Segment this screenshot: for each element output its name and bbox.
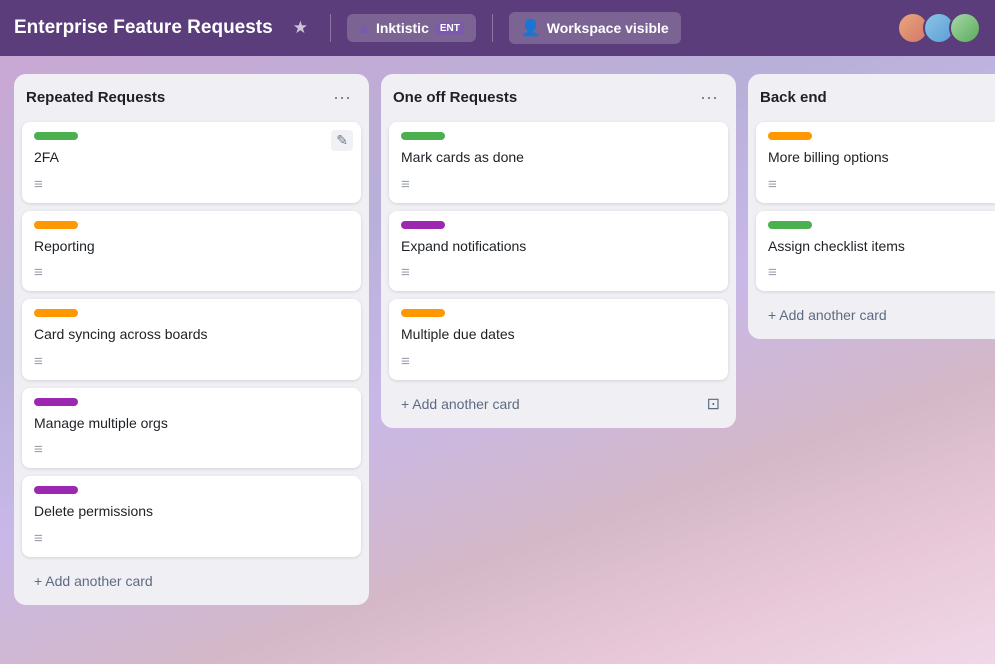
card-title-c1: 2FA — [34, 148, 349, 168]
card-label-c6 — [401, 132, 445, 140]
app-header: Enterprise Feature Requests ★ Inktistic … — [0, 0, 995, 56]
column-oneoff: One off Requests···Mark cards as done≡Ex… — [381, 74, 736, 428]
card-label-c1 — [34, 132, 78, 140]
avatar[interactable] — [949, 12, 981, 44]
card-title-c2: Reporting — [34, 237, 349, 257]
header-divider-2 — [492, 14, 493, 42]
workspace-visibility-button[interactable]: 👤 Workspace visible — [509, 12, 681, 44]
card-desc-icon-c4: ≡ — [34, 441, 349, 458]
card-c8[interactable]: Multiple due dates ≡ — [389, 299, 728, 380]
board-area: Repeated Requests···✎2FA≡Reporting≡Card … — [0, 56, 995, 664]
add-card-button-backend[interactable]: + Add another card — [758, 299, 995, 331]
visibility-label: Workspace visible — [547, 20, 669, 36]
visibility-icon: 👤 — [521, 18, 541, 38]
add-card-area-backend: + Add another card — [756, 299, 995, 331]
column-title-oneoff: One off Requests — [393, 89, 517, 106]
card-label-c7 — [401, 221, 445, 229]
column-header-repeated: Repeated Requests ··· — [22, 84, 361, 114]
card-desc-icon-c10: ≡ — [768, 264, 995, 281]
card-label-c2 — [34, 221, 78, 229]
card-title-c10: Assign checklist items — [768, 237, 995, 257]
card-title-c5: Delete permissions — [34, 502, 349, 522]
add-card-button-oneoff[interactable]: + Add another card — [391, 388, 701, 420]
column-header-oneoff: One off Requests ··· — [389, 84, 728, 114]
board-title: Enterprise Feature Requests — [14, 17, 273, 39]
member-avatars — [897, 12, 981, 44]
workspace-name: Inktistic — [376, 20, 429, 36]
card-label-c4 — [34, 398, 78, 406]
card-desc-icon-c2: ≡ — [34, 264, 349, 281]
add-card-area-repeated: + Add another card — [22, 565, 361, 597]
card-c4[interactable]: Manage multiple orgs ≡ — [22, 388, 361, 469]
add-card-area-oneoff: + Add another card⊡ — [389, 388, 728, 420]
template-button-oneoff[interactable]: ⊡ — [701, 390, 726, 418]
card-label-c9 — [768, 132, 812, 140]
card-desc-icon-c3: ≡ — [34, 353, 349, 370]
card-edit-icon-c1[interactable]: ✎ — [331, 130, 353, 151]
card-desc-icon-c6: ≡ — [401, 176, 716, 193]
column-title-repeated: Repeated Requests — [26, 89, 165, 106]
ent-badge: ENT — [436, 22, 464, 35]
workspace-button[interactable]: Inktistic ENT — [347, 14, 476, 42]
column-menu-button-repeated[interactable]: ··· — [327, 86, 357, 108]
workspace-icon — [359, 24, 369, 33]
card-title-c9: More billing options — [768, 148, 995, 168]
card-c2[interactable]: Reporting ≡ — [22, 211, 361, 292]
card-label-c8 — [401, 309, 445, 317]
column-menu-button-oneoff[interactable]: ··· — [694, 86, 724, 108]
add-card-button-repeated[interactable]: + Add another card — [24, 565, 359, 597]
column-backend: Back end···More billing options≡Assign c… — [748, 74, 995, 339]
card-c6[interactable]: Mark cards as done ≡ — [389, 122, 728, 203]
card-title-c6: Mark cards as done — [401, 148, 716, 168]
card-c5[interactable]: Delete permissions ≡ — [22, 476, 361, 557]
card-desc-icon-c7: ≡ — [401, 264, 716, 281]
column-repeated: Repeated Requests···✎2FA≡Reporting≡Card … — [14, 74, 369, 605]
card-c9[interactable]: More billing options ≡ — [756, 122, 995, 203]
column-title-backend: Back end — [760, 89, 827, 106]
card-title-c7: Expand notifications — [401, 237, 716, 257]
card-title-c4: Manage multiple orgs — [34, 414, 349, 434]
card-c1[interactable]: ✎2FA ≡ — [22, 122, 361, 203]
card-c10[interactable]: Assign checklist items ≡ — [756, 211, 995, 292]
card-desc-icon-c8: ≡ — [401, 353, 716, 370]
star-button[interactable]: ★ — [287, 14, 314, 42]
card-c3[interactable]: Card syncing across boards ≡ — [22, 299, 361, 380]
column-header-backend: Back end··· — [756, 84, 995, 114]
card-title-c8: Multiple due dates — [401, 325, 716, 345]
card-title-c3: Card syncing across boards — [34, 325, 349, 345]
header-divider — [330, 14, 331, 42]
card-c7[interactable]: Expand notifications ≡ — [389, 211, 728, 292]
card-label-c10 — [768, 221, 812, 229]
card-label-c3 — [34, 309, 78, 317]
card-label-c5 — [34, 486, 78, 494]
card-desc-icon-c5: ≡ — [34, 530, 349, 547]
card-desc-icon-c1: ≡ — [34, 176, 349, 193]
card-desc-icon-c9: ≡ — [768, 176, 995, 193]
